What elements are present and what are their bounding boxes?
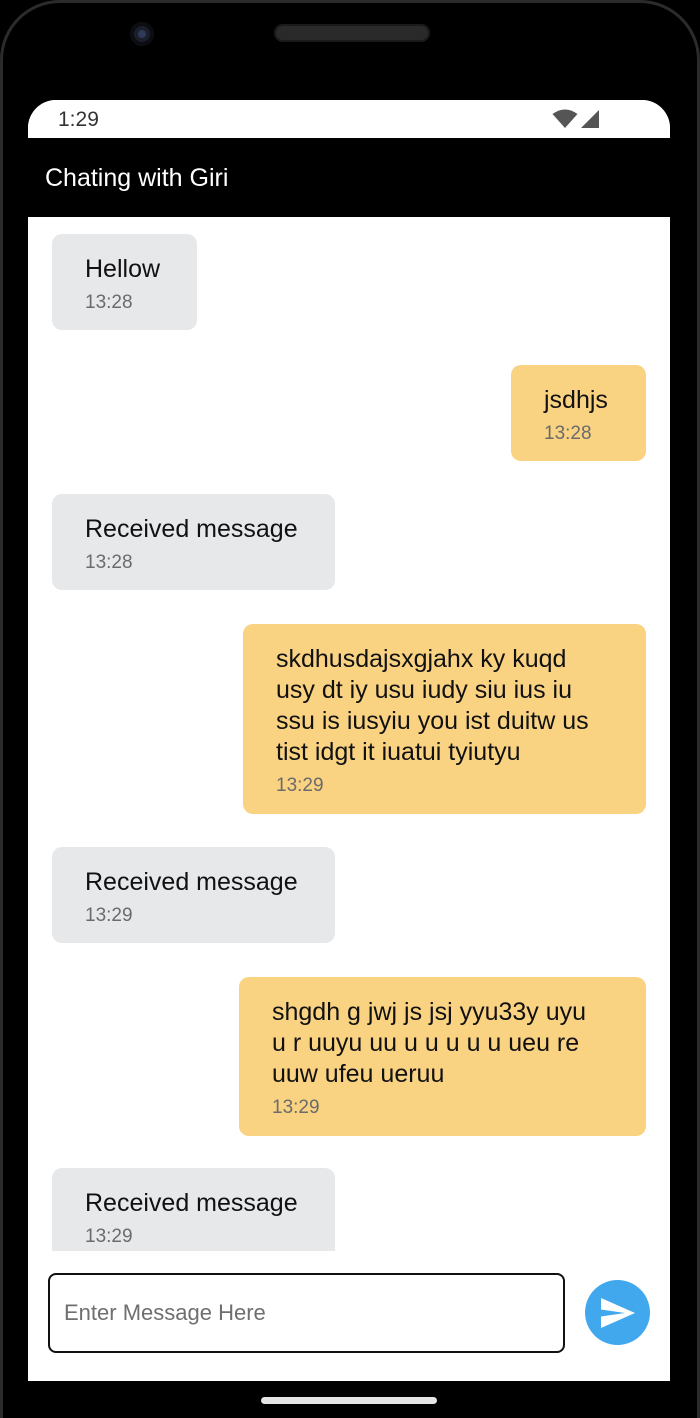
message-timestamp: 13:28 bbox=[544, 423, 592, 444]
received-message-bubble[interactable]: Hellow 13:28 bbox=[52, 234, 197, 330]
message-text: Received message bbox=[85, 1189, 298, 1217]
sent-message-bubble[interactable]: skdhusdajsxgjahx ky kuqd usy dt iy usu i… bbox=[243, 624, 646, 814]
front-camera bbox=[130, 22, 154, 46]
message-text: Received message bbox=[85, 515, 298, 543]
send-button[interactable] bbox=[585, 1280, 650, 1345]
received-message-bubble[interactable]: Received message 13:28 bbox=[52, 494, 335, 590]
message-text: jsdhjs bbox=[544, 386, 608, 414]
message-text: shgdh g jwj js jsj yyu33y uyu u r uuyu u… bbox=[272, 998, 587, 1088]
phone-screen: 1:29 Chating with Giri Hellow 13:28 jsdh… bbox=[28, 100, 670, 1381]
message-timestamp: 13:29 bbox=[85, 905, 133, 926]
message-timestamp: 13:29 bbox=[272, 1097, 320, 1118]
status-bar: 1:29 bbox=[28, 100, 670, 138]
message-composer bbox=[28, 1251, 670, 1381]
sent-message-bubble[interactable]: jsdhjs 13:28 bbox=[511, 365, 646, 461]
message-timestamp: 13:28 bbox=[85, 292, 133, 313]
received-message-bubble[interactable]: Received message 13:29 bbox=[52, 847, 335, 943]
message-timestamp: 13:28 bbox=[85, 552, 133, 573]
phone-device: 1:29 Chating with Giri Hellow 13:28 jsdh… bbox=[0, 0, 700, 1418]
received-message-bubble[interactable]: Received message 13:29 bbox=[52, 1168, 335, 1251]
home-indicator[interactable] bbox=[261, 1397, 437, 1404]
message-text: skdhusdajsxgjahx ky kuqd usy dt iy usu i… bbox=[276, 645, 589, 766]
wifi-icon bbox=[552, 109, 578, 128]
message-timestamp: 13:29 bbox=[276, 775, 324, 796]
page-title: Chating with Giri bbox=[45, 164, 229, 192]
app-bar: Chating with Giri bbox=[28, 138, 670, 217]
status-time: 1:29 bbox=[58, 108, 99, 131]
cell-signal-icon bbox=[581, 110, 599, 128]
message-list[interactable]: Hellow 13:28 jsdhjs 13:28 Received messa… bbox=[28, 217, 670, 1251]
message-input[interactable] bbox=[48, 1273, 565, 1353]
earpiece-speaker bbox=[274, 24, 430, 42]
send-icon bbox=[601, 1298, 635, 1328]
sent-message-bubble[interactable]: shgdh g jwj js jsj yyu33y uyu u r uuyu u… bbox=[239, 977, 646, 1136]
message-timestamp: 13:29 bbox=[85, 1226, 133, 1247]
message-text: Hellow bbox=[85, 255, 161, 283]
message-text: Received message bbox=[85, 868, 298, 896]
